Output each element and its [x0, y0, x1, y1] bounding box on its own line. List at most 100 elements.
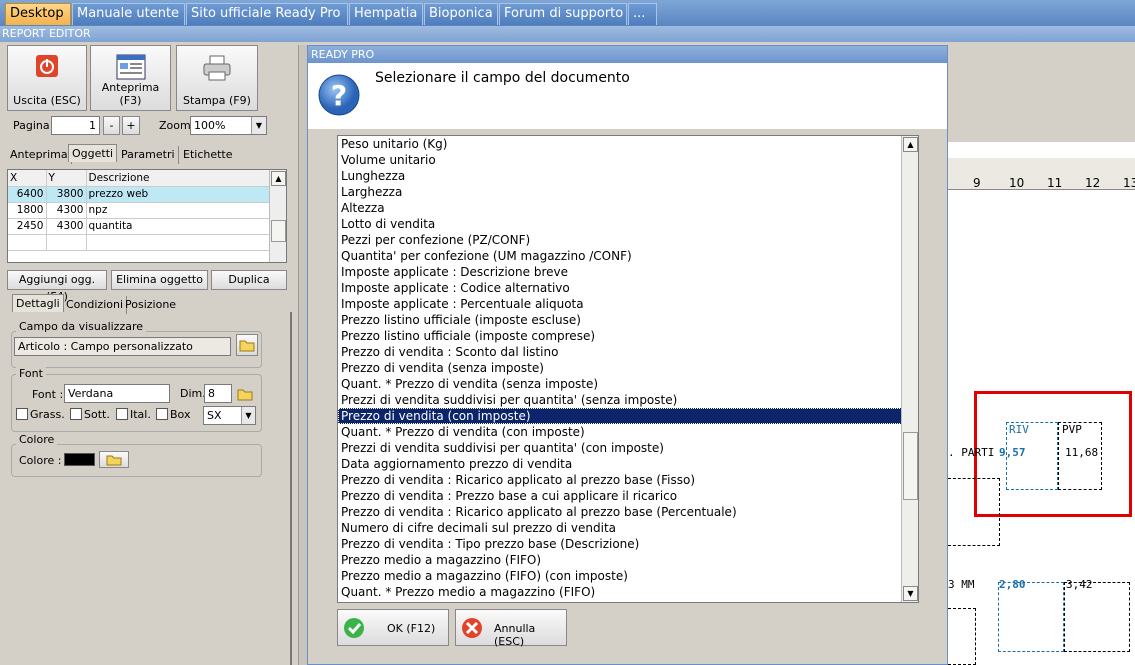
list-item[interactable]: Lunghezza: [338, 168, 918, 184]
tab-desktop[interactable]: Desktop: [5, 3, 71, 25]
list-item[interactable]: Prezzo listino ufficiale (imposte esclus…: [338, 312, 918, 328]
col-descrizione[interactable]: Descrizione: [86, 170, 270, 187]
browse-field-button[interactable]: [236, 334, 258, 356]
list-item[interactable]: Peso unitario (Kg): [338, 136, 918, 152]
scroll-down-icon[interactable]: ▼: [903, 586, 918, 601]
tab-hempatia[interactable]: Hempatia: [349, 3, 423, 25]
print-button[interactable]: Stampa (F9): [176, 45, 258, 111]
list-item[interactable]: Numero di cifre decimali sul prezzo di v…: [338, 520, 918, 536]
tab-oggetti[interactable]: Oggetti: [68, 144, 118, 162]
scroll-thumb[interactable]: [271, 220, 286, 242]
tab-forum-supporto[interactable]: Forum di supporto: [499, 3, 627, 25]
bold-checkbox[interactable]: [16, 408, 28, 420]
col-x[interactable]: X: [8, 170, 47, 187]
list-scrollbar[interactable]: ▲ ▼: [901, 136, 918, 602]
table-row[interactable]: [8, 234, 270, 251]
price-pvp-2: 3,42: [1066, 578, 1093, 591]
list-item[interactable]: Prezzo medio a magazzino (FIFO): [338, 552, 918, 568]
list-item[interactable]: Prezzo di vendita : Sconto dal listino: [338, 344, 918, 360]
list-item[interactable]: Imposte applicate : Descrizione breve: [338, 264, 918, 280]
splitter[interactable]: [298, 45, 307, 665]
tab-condizioni[interactable]: Condizioni: [63, 296, 128, 314]
list-item[interactable]: Quant. * Prezzo di vendita (con imposte): [338, 424, 918, 440]
italic-checkbox[interactable]: [116, 408, 128, 420]
left-panel: Uscita (ESC) Anteprima (F3) Stampa (F9) …: [0, 42, 298, 665]
field-listbox[interactable]: Peso unitario (Kg) Volume unitario Lunghez…: [337, 135, 919, 603]
list-item[interactable]: Larghezza: [338, 184, 918, 200]
delete-object-button[interactable]: Elimina oggetto: [111, 270, 208, 290]
list-item[interactable]: Altezza: [338, 200, 918, 216]
tab-manuale-utente[interactable]: Manuale utente: [72, 3, 185, 25]
dim-input[interactable]: 8: [204, 384, 232, 403]
price-riv: 9,57: [999, 446, 1026, 459]
table-row[interactable]: 1800 4300 npz: [8, 202, 270, 219]
col-y[interactable]: Y: [46, 170, 87, 187]
page-next-button[interactable]: +: [122, 116, 140, 135]
list-item[interactable]: Prezzo medio a magazzino (FIFO) (con imp…: [338, 568, 918, 584]
grid-scrollbar[interactable]: ▲: [269, 170, 286, 262]
tab-bioponica[interactable]: Bioponica: [424, 3, 498, 25]
list-item[interactable]: Prezzi di vendita suddivisi per quantita…: [338, 440, 918, 456]
objects-grid[interactable]: X Y Descrizione 6400 3800 prezzo web 180…: [7, 169, 287, 263]
select-field-dialog: READY PRO ? Selezionare il campo del doc…: [307, 45, 948, 665]
cancel-button[interactable]: Annulla (ESC): [455, 609, 567, 648]
align-select[interactable]: SX ▼: [203, 406, 256, 425]
window-title: REPORT EDITOR: [0, 26, 1135, 42]
page-prev-button[interactable]: -: [103, 116, 120, 135]
font-group-title: Font: [16, 367, 46, 380]
list-item[interactable]: Prezzo listino ufficiale (imposte compre…: [338, 328, 918, 344]
list-item[interactable]: Prezzo di vendita (con imposte): [338, 408, 918, 424]
list-item[interactable]: Prezzo di vendita (senza imposte): [338, 360, 918, 376]
box-checkbox[interactable]: [156, 408, 168, 420]
preview-window-icon: [116, 54, 145, 80]
scroll-thumb[interactable]: [903, 432, 918, 500]
exit-button[interactable]: Uscita (ESC): [7, 45, 87, 111]
chevron-down-icon[interactable]: ▼: [241, 407, 255, 424]
tab-sito-ufficiale[interactable]: Sito ufficiale Ready Pro: [186, 3, 348, 25]
tab-anteprima[interactable]: Anteprima: [7, 146, 72, 164]
divider: [290, 312, 292, 665]
list-item[interactable]: Prezzo di vendita : Tipo prezzo base (De…: [338, 536, 918, 552]
scroll-up-icon[interactable]: ▲: [903, 137, 918, 152]
dialog-heading: Selezionare il campo del documento: [375, 70, 630, 86]
color-swatch[interactable]: [64, 453, 95, 466]
list-item[interactable]: Lotto di vendita: [338, 216, 918, 232]
page-input[interactable]: 1: [51, 116, 100, 135]
list-item[interactable]: Prezzo di vendita : Ricarico applicato a…: [338, 472, 918, 488]
list-item[interactable]: Prezzi di vendita suddivisi per quantita…: [338, 392, 918, 408]
preview-button[interactable]: Anteprima (F3): [90, 45, 171, 111]
duplicate-button[interactable]: Duplica: [211, 270, 287, 290]
tab-dettagli[interactable]: Dettagli: [12, 294, 64, 312]
list-item[interactable]: Quant. * Prezzo di vendita (senza impost…: [338, 376, 918, 392]
list-item[interactable]: Data aggiornamento prezzo di vendita: [338, 456, 918, 472]
tab-parametri[interactable]: Parametri: [118, 146, 179, 164]
list-item[interactable]: Pezzi per confezione (PZ/CONF): [338, 232, 918, 248]
add-object-button[interactable]: Aggiungi ogg.(F4): [7, 270, 107, 303]
list-item[interactable]: Imposte applicate : Percentuale aliquota: [338, 296, 918, 312]
table-row[interactable]: 6400 3800 prezzo web: [8, 186, 270, 203]
list-item[interactable]: Imposte applicate : Codice alternativo: [338, 280, 918, 296]
color-browse-button[interactable]: [99, 451, 129, 468]
list-item[interactable]: Prezzo di vendita : Ricarico applicato a…: [338, 504, 918, 520]
list-item[interactable]: Prezzo di vendita : Prezzo base a cui ap…: [338, 488, 918, 504]
underline-checkbox[interactable]: [70, 408, 82, 420]
dialog-header: ? Selezionare il campo del documento: [308, 63, 947, 129]
frame: [948, 608, 976, 665]
table-row[interactable]: 2450 4300 quantita: [8, 218, 270, 235]
scroll-up-icon[interactable]: ▲: [271, 171, 286, 186]
list-item[interactable]: Volume unitario: [338, 152, 918, 168]
list-item[interactable]: Quantita' per confezione (UM magazzino /…: [338, 248, 918, 264]
ok-button[interactable]: OK (F12): [337, 609, 449, 646]
tab-more[interactable]: ...: [628, 3, 657, 25]
font-input[interactable]: Verdana: [64, 384, 170, 403]
page-label: Pagina: [13, 119, 50, 132]
font-browse-button[interactable]: [237, 384, 257, 404]
italic-label: Ital.: [130, 408, 151, 421]
list-item[interactable]: Quant. * Prezzo medio a magazzino (FIFO): [338, 584, 918, 600]
price-pvp: 11,68: [1065, 446, 1099, 459]
tab-posizione[interactable]: Posizione: [122, 296, 179, 314]
svg-text:?: ?: [331, 79, 347, 112]
zoom-select[interactable]: 100% ▼: [190, 116, 267, 135]
chevron-down-icon[interactable]: ▼: [251, 117, 266, 134]
tab-etichette[interactable]: Etichette: [180, 146, 236, 164]
